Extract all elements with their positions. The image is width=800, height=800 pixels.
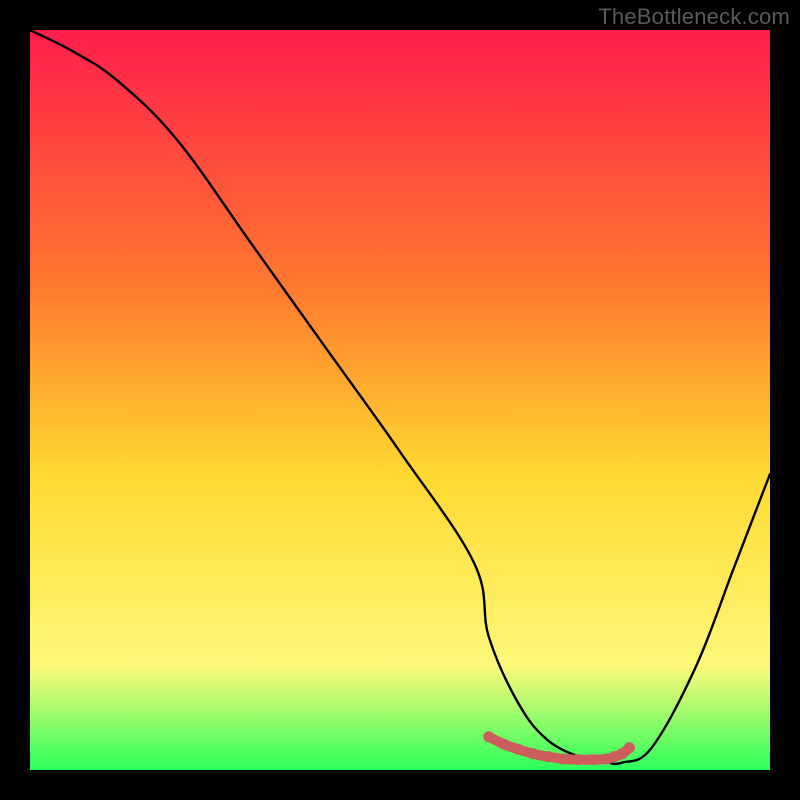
marker-dot: [587, 754, 598, 765]
marker-dot: [543, 751, 554, 762]
chart-frame: TheBottleneck.com: [0, 0, 800, 800]
marker-dot: [513, 744, 524, 755]
marker-dot: [624, 742, 635, 753]
marker-dot: [483, 731, 494, 742]
watermark-text: TheBottleneck.com: [598, 4, 790, 30]
gradient-background: [30, 30, 770, 770]
plot-area: [30, 30, 770, 770]
marker-dot: [572, 754, 583, 765]
marker-dot: [528, 748, 539, 759]
marker-dot: [557, 753, 568, 764]
chart-svg: [30, 30, 770, 770]
marker-dot: [498, 739, 509, 750]
